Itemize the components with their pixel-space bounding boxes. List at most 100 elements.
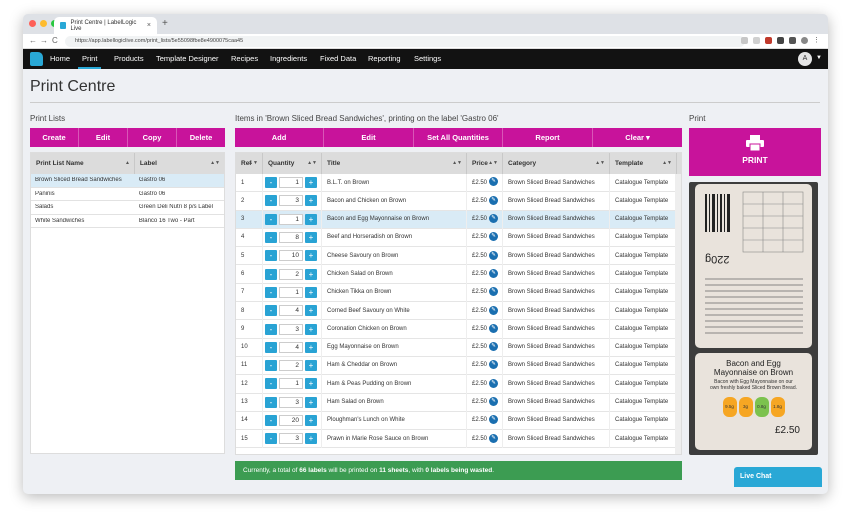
clear-dropdown-button[interactable]: Clear ▾ [593,128,682,147]
delete-button[interactable]: Delete [177,128,225,147]
nav-reporting[interactable]: Reporting [368,49,401,69]
decrement-button[interactable]: - [265,396,277,408]
increment-button[interactable]: + [305,341,317,353]
tab-close-icon[interactable]: × [147,22,151,29]
quantity-input[interactable]: 2 [279,360,303,372]
increment-button[interactable]: + [305,268,317,280]
increment-button[interactable]: + [305,250,317,262]
decrement-button[interactable]: - [265,378,277,390]
minimize-window-button[interactable] [40,20,47,27]
table-row[interactable]: 7-1 + Chicken Tikka on Brown £2.50 ✎ Brown Sl… [236,283,681,303]
increment-button[interactable]: + [305,433,317,445]
decrement-button[interactable]: - [265,415,277,426]
edit-pencil-icon[interactable]: ✎ [489,323,499,333]
increment-button[interactable]: + [305,213,317,225]
quantity-input[interactable]: 1 [279,177,303,189]
quantity-input[interactable]: 4 [279,305,303,317]
increment-button[interactable]: + [305,195,317,207]
decrement-button[interactable]: - [265,341,277,353]
quantity-input[interactable]: 1 [279,378,303,390]
table-row[interactable]: 15-3 + Prawn in Marie Rose Sauce on Brown £… [236,429,681,449]
table-row[interactable]: 3-1 + Bacon and Egg Mayonnaise on Brown £2.… [236,210,681,229]
nav-settings[interactable]: Settings [414,49,441,69]
edit-pencil-icon[interactable]: ✎ [489,415,499,425]
avatar[interactable]: A [798,52,812,66]
new-tab-button[interactable]: + [162,18,168,29]
edit-pencil-icon[interactable]: ✎ [489,287,499,297]
edit-pencil-icon[interactable]: ✎ [489,214,499,224]
column-label[interactable]: Label ▲▼ [135,153,224,174]
column-print-list-name[interactable]: Print List Name ▲ [31,153,135,174]
set-all-quantities-button[interactable]: Set All Quantities [414,128,503,147]
extension-icon[interactable] [777,37,784,44]
edit-pencil-icon[interactable]: ✎ [489,378,499,388]
reload-icon[interactable]: C [52,36,58,45]
decrement-button[interactable]: - [265,305,277,317]
increment-button[interactable]: + [305,232,317,244]
increment-button[interactable]: + [305,286,317,298]
decrement-button[interactable]: - [265,268,277,280]
table-row[interactable]: 1-1 + B.L.T. on Brown £2.50 ✎ Brown Sliced Br… [236,173,681,193]
edit-pencil-icon[interactable]: ✎ [489,305,499,315]
nav-products[interactable]: Products [114,49,144,69]
live-chat-button[interactable]: Live Chat [734,467,822,487]
column-template[interactable]: Template ▲▼ [610,153,677,174]
decrement-button[interactable]: - [265,286,277,298]
quantity-input[interactable]: 10 [279,250,303,262]
quantity-input[interactable]: 1 [279,286,303,298]
increment-button[interactable]: + [305,396,317,408]
nav-template-designer[interactable]: Template Designer [156,49,219,69]
create-button[interactable]: Create [30,128,79,147]
edit-item-button[interactable]: Edit [324,128,414,147]
increment-button[interactable]: + [305,378,317,390]
decrement-button[interactable]: - [265,195,277,207]
table-row[interactable]: Paninis Gastro 06 [31,188,224,201]
table-row[interactable]: 6-2 + Chicken Salad on Brown £2.50 ✎ Brown Sl… [236,264,681,284]
table-row[interactable]: 10-4 + Egg Mayonnaise on Brown £2.50 ✎ Brown … [236,338,681,357]
quantity-input[interactable]: 2 [279,268,303,280]
edit-pencil-icon[interactable]: ✎ [489,195,499,205]
extension-icon[interactable] [765,37,772,44]
edit-pencil-icon[interactable]: ✎ [489,396,499,406]
kebab-menu-icon[interactable]: ⋮ [813,37,820,44]
url-field[interactable]: https://app.labellogiclive.com/print_lis… [65,36,745,47]
increment-button[interactable]: + [305,415,317,426]
decrement-button[interactable]: - [265,213,277,225]
star-icon[interactable] [753,37,760,44]
edit-pencil-icon[interactable]: ✎ [489,433,499,443]
decrement-button[interactable]: - [265,433,277,445]
column-price[interactable]: Price ▲▼ [467,153,503,174]
increment-button[interactable]: + [305,323,317,335]
edit-pencil-icon[interactable]: ✎ [489,360,499,370]
print-button[interactable]: PRINT [689,128,821,176]
quantity-input[interactable]: 3 [279,396,303,408]
decrement-button[interactable]: - [265,177,277,189]
copy-button[interactable]: Copy [128,128,177,147]
nav-home[interactable]: Home [50,49,70,69]
edit-pencil-icon[interactable]: ✎ [489,232,499,242]
quantity-input[interactable]: 3 [279,433,303,445]
column-quantity[interactable]: Quantity ▲▼ [263,153,322,174]
search-icon[interactable] [741,37,748,44]
puzzle-icon[interactable] [789,37,796,44]
table-row[interactable]: 2-3 + Bacon and Chicken on Brown £2.50 ✎ Brow… [236,191,681,211]
edit-pencil-icon[interactable]: ✎ [489,177,499,187]
edit-pencil-icon[interactable]: ✎ [489,342,499,352]
quantity-input[interactable]: 4 [279,341,303,353]
browser-tab[interactable]: Print Centre | LabelLogic Live × [54,17,157,34]
quantity-input[interactable]: 1 [279,213,303,225]
nav-fixed-data[interactable]: Fixed Data [320,49,356,69]
decrement-button[interactable]: - [265,360,277,372]
quantity-input[interactable]: 20 [279,415,303,426]
decrement-button[interactable]: - [265,232,277,244]
nav-ingredients[interactable]: Ingredients [270,49,307,69]
table-row[interactable]: 11-2 + Ham & Cheddar on Brown £2.50 ✎ Brown S… [236,356,681,376]
column-category[interactable]: Category ▲▼ [503,153,610,174]
labellogic-logo-icon[interactable] [30,52,43,66]
table-row[interactable]: 9-3 + Coronation Chicken on Brown £2.50 ✎ Bro… [236,319,681,339]
edit-list-button[interactable]: Edit [79,128,128,147]
table-row[interactable]: 12-1 + Ham & Peas Pudding on Brown £2.50 ✎ Br… [236,374,681,394]
increment-button[interactable]: + [305,177,317,189]
nav-recipes[interactable]: Recipes [231,49,258,69]
table-row[interactable]: Salads Green Deli Nutri 8 p/s Label [31,201,224,215]
